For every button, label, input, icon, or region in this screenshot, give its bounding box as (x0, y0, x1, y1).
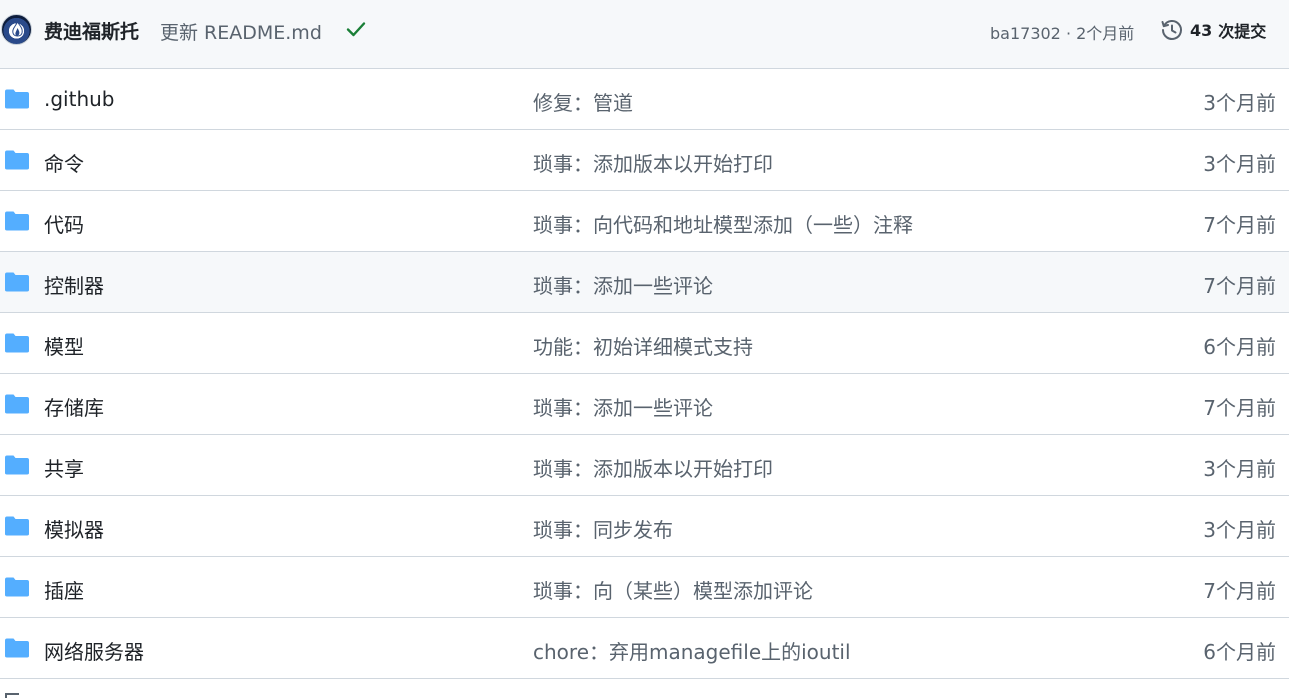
folder-icon (5, 516, 29, 540)
file-row[interactable]: 网络服务器 chore：弃用managefile上的ioutil 6个月前 (0, 618, 1289, 679)
file-name[interactable]: 控制器 (44, 270, 104, 299)
file-age: 7个月前 (1203, 579, 1276, 603)
folder-icon (5, 89, 29, 113)
file-commit-message[interactable]: chore：弃用managefile上的ioutil (533, 636, 851, 665)
file-row[interactable]: 命令 琐事：添加版本以开始打印 3个月前 (0, 130, 1289, 191)
file-row[interactable]: 模型 功能：初始详细模式支持 6个月前 (0, 313, 1289, 374)
file-row[interactable]: 模拟器 琐事：同步发布 3个月前 (0, 496, 1289, 557)
file-row[interactable]: .github 修复：管道 3个月前 (0, 69, 1289, 130)
file-name[interactable]: 网络服务器 (44, 636, 144, 665)
file-commit-message[interactable]: 琐事：添加一些评论 (533, 270, 713, 299)
file-name[interactable]: 插座 (44, 575, 84, 604)
file-commit-message[interactable]: 琐事：添加一些评论 (533, 392, 713, 421)
folder-icon (5, 455, 29, 479)
commit-message-link[interactable]: 更新 README.md (160, 18, 322, 45)
file-row[interactable]: 存储库 琐事：添加一些评论 7个月前 (0, 374, 1289, 435)
avatar-icon (12, 21, 23, 37)
folder-icon (5, 577, 29, 601)
file-list: .github 修复：管道 3个月前 命令 琐事：添加版本以开始打印 3个月前 … (0, 69, 1289, 679)
file-commit-message[interactable]: 琐事：添加版本以开始打印 (533, 453, 773, 482)
latest-commit-bar: 费迪福斯托 更新 README.md ba17302 · 2个月前 43 次提交 (0, 0, 1289, 69)
folder-icon (5, 394, 29, 418)
commit-author[interactable]: 费迪福斯托 (44, 17, 139, 44)
file-age: 3个月前 (1203, 152, 1276, 176)
history-icon (1161, 20, 1182, 40)
folder-icon (5, 211, 29, 235)
author-avatar[interactable] (1, 14, 32, 45)
file-commit-message[interactable]: 琐事：向代码和地址模型添加（一些）注释 (533, 209, 913, 238)
file-commit-message[interactable]: 琐事：同步发布 (533, 514, 673, 543)
folder-icon (5, 333, 29, 357)
commit-sha-time[interactable]: ba17302 · 2个月前 (990, 20, 1134, 44)
history-label: 次提交 (1218, 22, 1267, 41)
file-age: 7个月前 (1203, 213, 1276, 237)
file-commit-message[interactable]: 琐事：向（某些）模型添加评论 (533, 575, 813, 604)
file-age: 3个月前 (1203, 457, 1276, 481)
file-age: 3个月前 (1203, 91, 1276, 115)
file-row[interactable]: 控制器 琐事：添加一些评论 7个月前 (0, 252, 1289, 313)
file-age: 7个月前 (1203, 396, 1276, 420)
file-row[interactable]: 插座 琐事：向（某些）模型添加评论 7个月前 (0, 557, 1289, 618)
file-age: 6个月前 (1203, 640, 1276, 664)
folder-icon (5, 150, 29, 174)
file-age: 7个月前 (1203, 274, 1276, 298)
file-row[interactable]: 代码 琐事：向代码和地址模型添加（一些）注释 7个月前 (0, 191, 1289, 252)
file-name[interactable]: 共享 (44, 453, 84, 482)
check-icon[interactable] (346, 21, 366, 41)
file-icon-partial (5, 693, 19, 698)
file-commit-message[interactable]: 修复：管道 (533, 87, 633, 116)
file-name[interactable]: 代码 (44, 209, 84, 238)
file-name[interactable]: .github (44, 87, 115, 111)
history-count: 43 (1190, 20, 1213, 40)
file-name[interactable]: 模拟器 (44, 514, 104, 543)
file-name[interactable]: 模型 (44, 331, 84, 360)
file-age: 6个月前 (1203, 335, 1276, 359)
folder-icon (5, 272, 29, 296)
file-name[interactable]: 存储库 (44, 392, 104, 421)
file-age: 3个月前 (1203, 518, 1276, 542)
folder-icon (5, 638, 29, 662)
file-name[interactable]: 命令 (44, 148, 84, 177)
file-row[interactable]: 共享 琐事：添加版本以开始打印 3个月前 (0, 435, 1289, 496)
history-button[interactable]: 43 次提交 (1160, 18, 1266, 42)
file-commit-message[interactable]: 功能：初始详细模式支持 (533, 331, 753, 360)
file-commit-message[interactable]: 琐事：添加版本以开始打印 (533, 148, 773, 177)
